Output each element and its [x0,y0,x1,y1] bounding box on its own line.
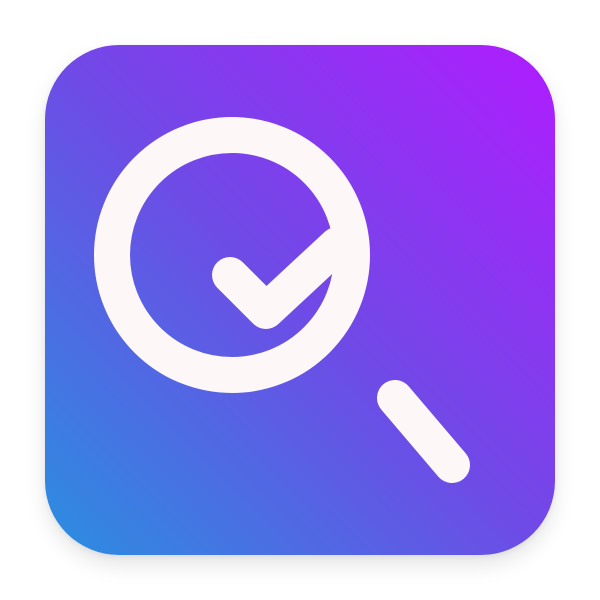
app-icon-graphic [45,45,555,555]
app-icon-search-check[interactable] [45,45,555,555]
canvas [0,0,600,600]
